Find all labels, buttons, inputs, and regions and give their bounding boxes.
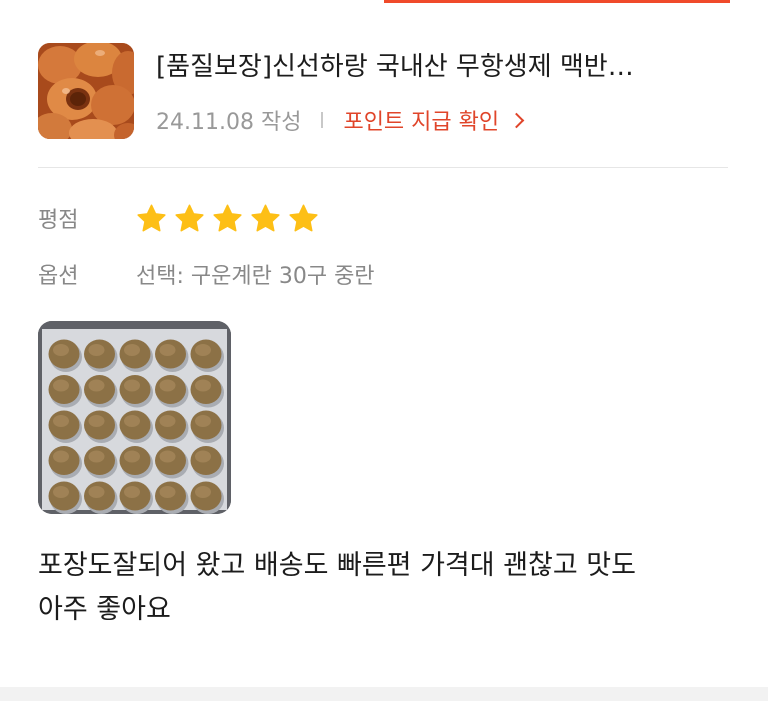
star-icon xyxy=(213,204,242,231)
review-meta: 24.11.08 작성 포인트 지급 확인 xyxy=(156,103,525,137)
star-icon xyxy=(289,204,318,231)
brown-eggs-photo-icon xyxy=(38,43,134,139)
rating-row: 평점 xyxy=(38,198,326,238)
option-row: 옵션 선택: 구운계란 30구 중란 xyxy=(38,256,375,292)
rating-stars xyxy=(136,203,326,234)
product-thumbnail[interactable] xyxy=(38,43,134,139)
review-date: 24.11.08 작성 xyxy=(156,110,302,135)
product-row[interactable]: [품질보장]신선하랑 국내산 무항생제 맥반… 24.11.08 작성 포인트 … xyxy=(38,43,730,139)
chevron-right-icon xyxy=(508,112,525,129)
rating-label: 평점 xyxy=(38,208,79,233)
point-check-link[interactable]: 포인트 지급 확인 xyxy=(343,104,525,136)
active-tab-indicator xyxy=(384,0,730,3)
review-photo[interactable] xyxy=(38,321,231,514)
star-icon xyxy=(175,204,204,231)
point-check-label: 포인트 지급 확인 xyxy=(343,110,500,135)
review-card: [품질보장]신선하랑 국내산 무항생제 맥반… 24.11.08 작성 포인트 … xyxy=(0,0,768,701)
product-title[interactable]: [품질보장]신선하랑 국내산 무항생제 맥반… xyxy=(156,49,730,85)
meta-divider xyxy=(321,112,324,128)
review-body: 포장도잘되어 왔고 배송도 빠른편 가격대 괜찮고 맛도 아주 좋아요 xyxy=(38,550,636,625)
section-separator xyxy=(0,687,768,701)
option-label: 옵션 xyxy=(38,264,79,289)
egg-tray-photo-icon xyxy=(38,321,231,514)
option-value: 선택: 구운계란 30구 중란 xyxy=(136,264,375,289)
section-divider xyxy=(38,167,728,168)
star-icon xyxy=(137,204,166,231)
star-icon xyxy=(251,204,280,231)
